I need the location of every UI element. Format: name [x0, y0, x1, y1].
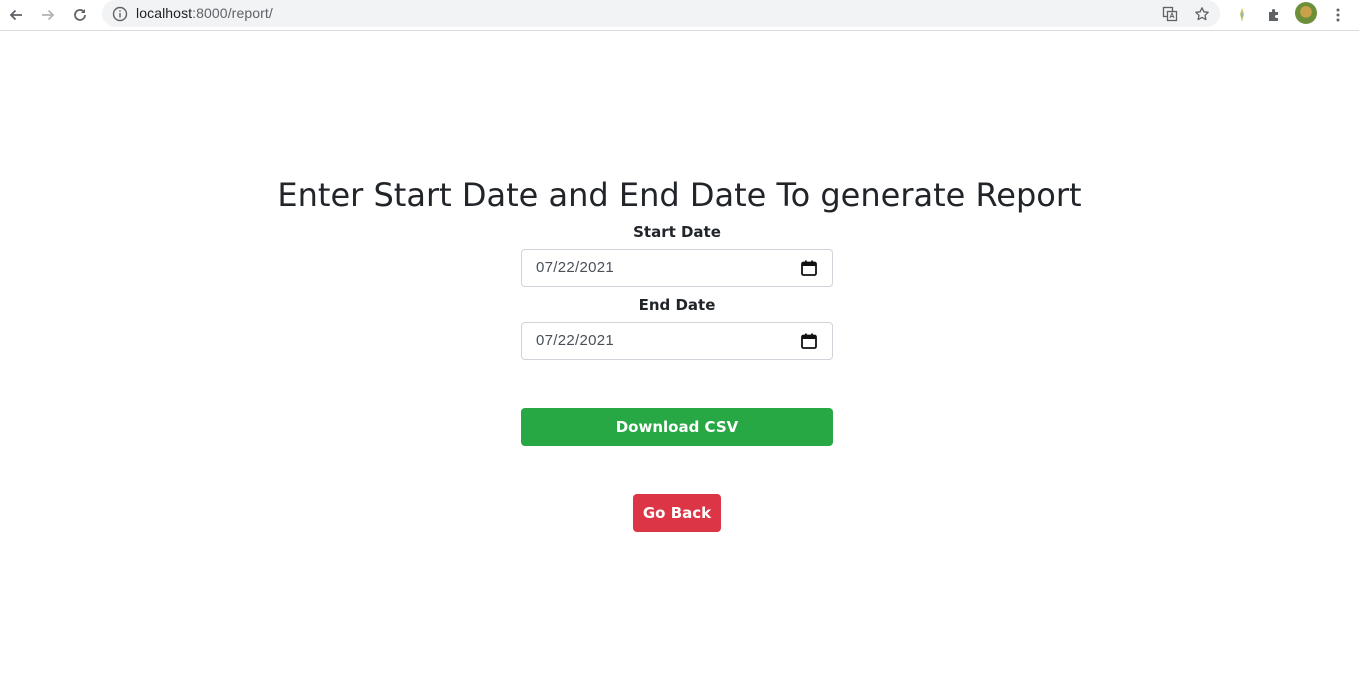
extension-sparkle-icon: [1240, 8, 1244, 22]
download-csv-button[interactable]: Download CSV: [521, 408, 833, 446]
star-icon: [1195, 7, 1209, 21]
address-bar[interactable]: localhost:8000/report/: [102, 0, 1220, 27]
kebab-menu-icon: [1336, 8, 1340, 22]
end-date-input[interactable]: 07/22/2021: [521, 322, 833, 360]
profile-avatar[interactable]: [1295, 2, 1317, 24]
go-back-button[interactable]: Go Back: [633, 494, 721, 532]
reload-icon: [74, 9, 86, 21]
calendar-icon[interactable]: [800, 332, 818, 350]
bookmark-button[interactable]: [1192, 4, 1212, 24]
start-date-label: Start Date: [633, 223, 721, 241]
extension-button[interactable]: [1230, 3, 1254, 27]
translate-button[interactable]: [1160, 4, 1180, 24]
back-arrow-icon: [9, 9, 22, 21]
end-date-label: End Date: [638, 296, 716, 314]
reload-button[interactable]: [68, 3, 92, 27]
browser-menu-button[interactable]: [1326, 3, 1350, 27]
site-info-button[interactable]: [110, 4, 130, 24]
start-date-value: 07/22/2021: [536, 259, 615, 276]
url-host: localhost: [136, 5, 193, 21]
start-date-input[interactable]: 07/22/2021: [521, 249, 833, 287]
calendar-icon[interactable]: [800, 259, 818, 277]
info-icon: [112, 6, 128, 22]
back-button[interactable]: [4, 3, 28, 27]
forward-button[interactable]: [36, 3, 60, 27]
page-title: Enter Start Date and End Date To generat…: [277, 176, 1082, 214]
url-text: localhost:8000/report/: [136, 5, 273, 21]
translate-icon: [1162, 6, 1178, 22]
puzzle-icon: [1269, 9, 1278, 21]
extensions-button[interactable]: [1262, 3, 1286, 27]
forward-arrow-icon: [42, 9, 55, 21]
end-date-value: 07/22/2021: [536, 332, 615, 349]
browser-toolbar: localhost:8000/report/: [0, 0, 1359, 31]
url-path: :8000/report/: [192, 5, 273, 21]
